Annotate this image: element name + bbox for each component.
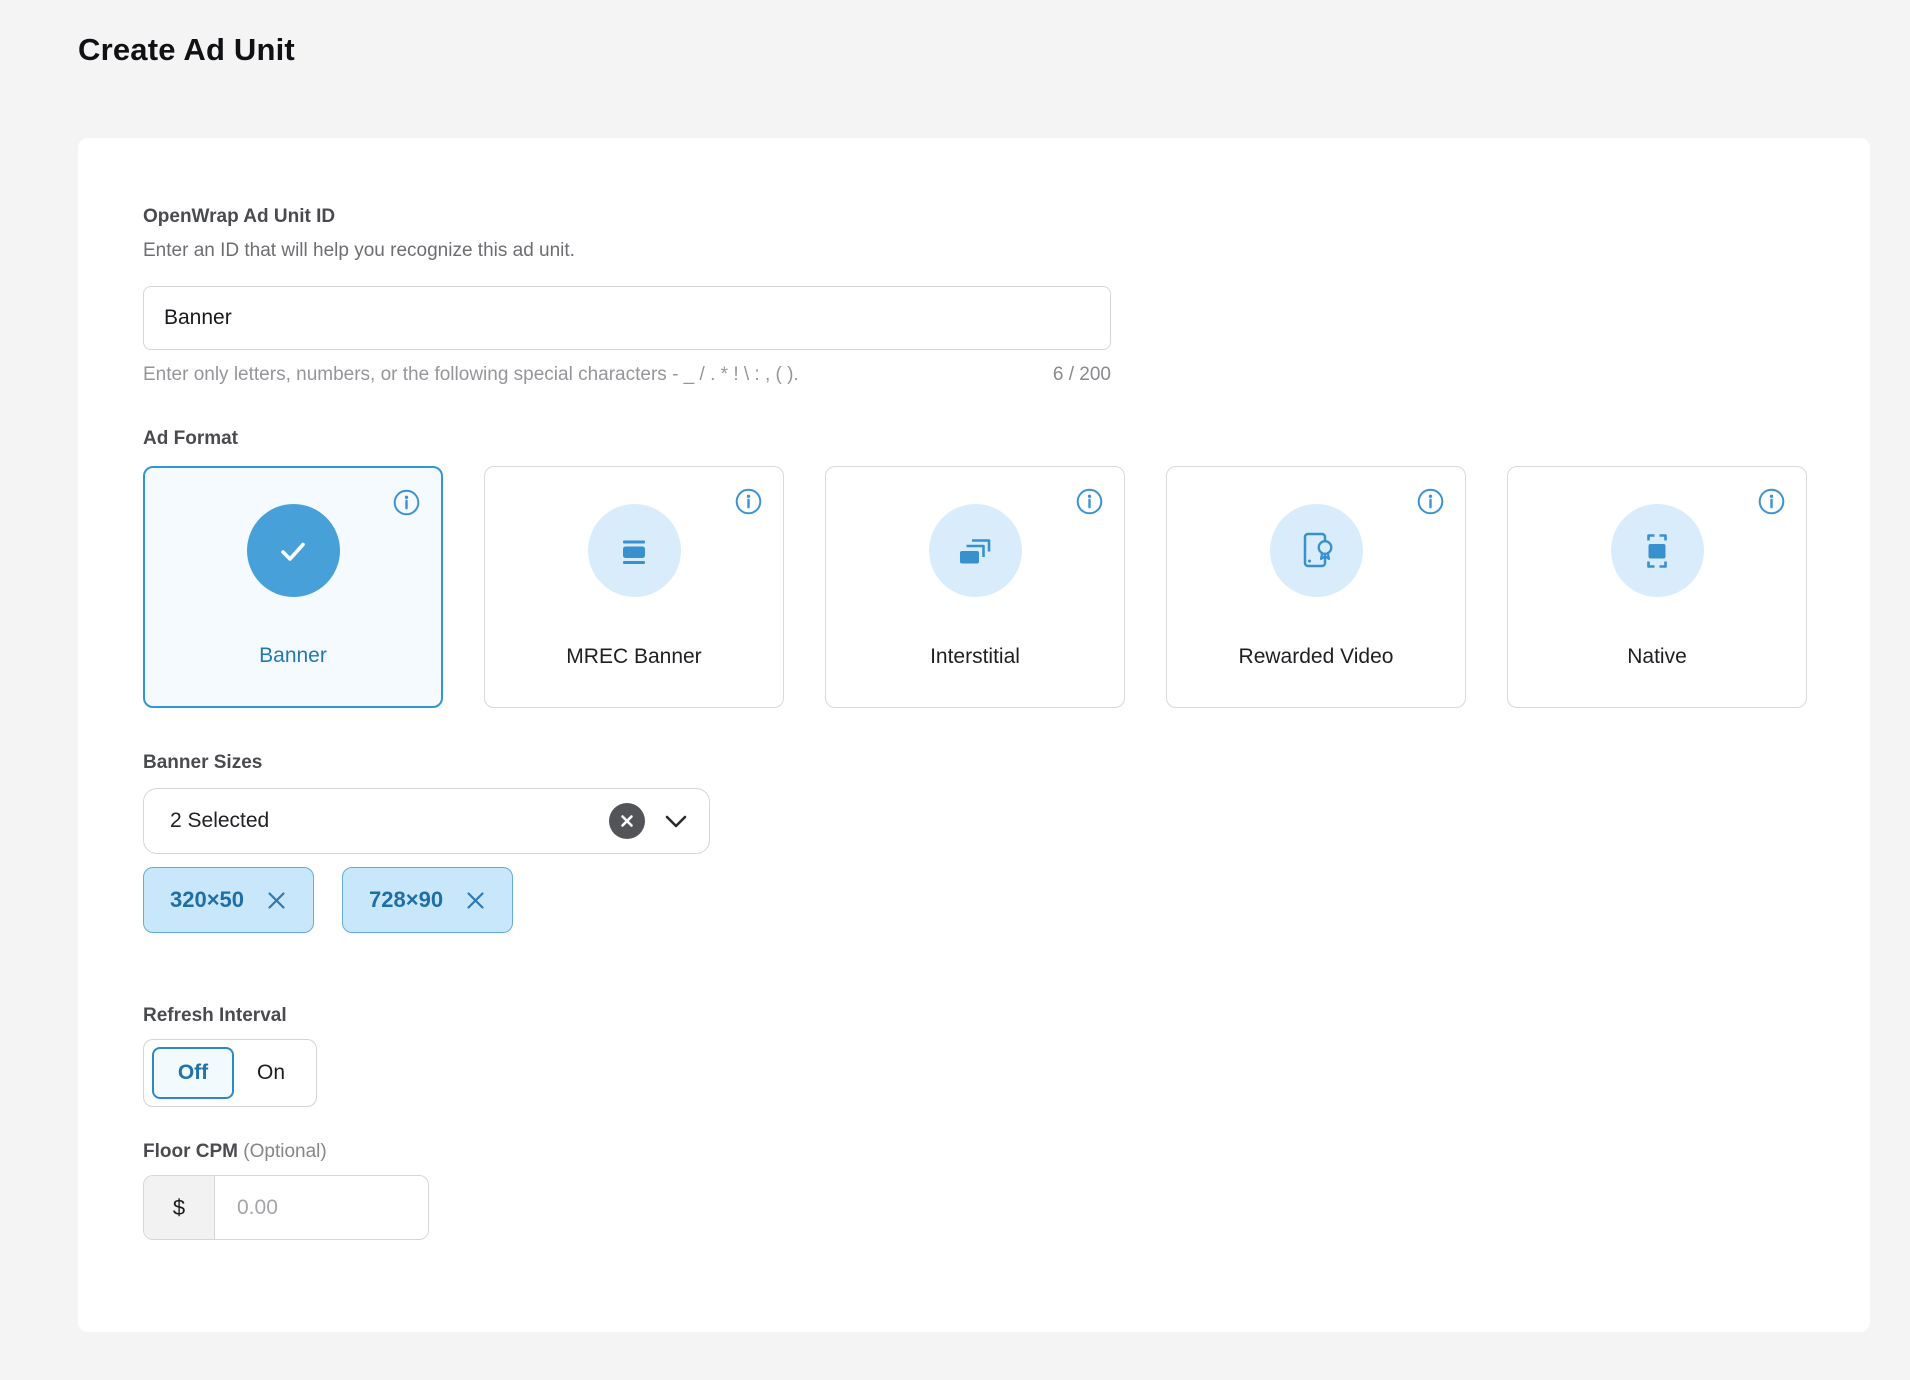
close-icon[interactable]: [266, 890, 287, 911]
ad-unit-id-label: OpenWrap Ad Unit ID: [143, 206, 1870, 228]
format-card-label: Native: [1627, 645, 1687, 669]
format-card-rewarded-video[interactable]: Rewarded Video: [1166, 466, 1466, 708]
format-card-mrec-banner[interactable]: MREC Banner: [484, 466, 784, 708]
info-icon[interactable]: [1076, 488, 1103, 515]
currency-symbol: $: [144, 1176, 215, 1239]
info-icon[interactable]: [1417, 488, 1444, 515]
chip-label: 320×50: [170, 887, 244, 913]
floor-cpm-optional-label: (Optional): [243, 1141, 326, 1162]
ad-unit-id-description: Enter an ID that will help you recognize…: [143, 240, 1870, 262]
native-icon: [1611, 504, 1704, 597]
ad-unit-id-input[interactable]: [143, 286, 1111, 350]
floor-cpm-label: Floor CPM: [143, 1141, 238, 1162]
refresh-on-button[interactable]: On: [234, 1047, 308, 1099]
banner-sizes-label: Banner Sizes: [143, 752, 1870, 774]
format-card-interstitial[interactable]: Interstitial: [825, 466, 1125, 708]
ad-unit-id-helper-text: Enter only letters, numbers, or the foll…: [143, 364, 799, 386]
clear-circle-icon: [618, 812, 636, 830]
floor-cpm-input[interactable]: [215, 1176, 428, 1239]
format-card-native[interactable]: Native: [1507, 466, 1807, 708]
floor-cpm-label-row: Floor CPM (Optional): [143, 1141, 1870, 1163]
ad-format-options: Banner MREC Banner Interstitial: [143, 466, 1870, 708]
char-counter: 6 / 200: [1053, 364, 1111, 386]
refresh-interval-toggle: Off On: [143, 1039, 317, 1107]
selected-sizes-chips: 320×50 728×90: [143, 867, 1870, 933]
banner-sizes-select[interactable]: 2 Selected: [143, 788, 710, 854]
floor-cpm-input-group: $: [143, 1175, 429, 1240]
refresh-off-button[interactable]: Off: [152, 1047, 234, 1099]
clear-selection-button[interactable]: [609, 803, 645, 839]
format-card-label: MREC Banner: [566, 645, 701, 669]
ad-format-label: Ad Format: [143, 428, 1870, 450]
interstitial-icon: [929, 504, 1022, 597]
create-ad-unit-card: OpenWrap Ad Unit ID Enter an ID that wil…: [78, 138, 1870, 1332]
size-chip-728x90: 728×90: [342, 867, 513, 933]
close-icon[interactable]: [465, 890, 486, 911]
info-icon[interactable]: [1758, 488, 1785, 515]
format-card-label: Interstitial: [930, 645, 1020, 669]
chip-label: 728×90: [369, 887, 443, 913]
info-icon[interactable]: [735, 488, 762, 515]
chevron-down-icon[interactable]: [665, 815, 687, 828]
size-chip-320x50: 320×50: [143, 867, 314, 933]
format-card-label: Banner: [259, 644, 327, 668]
page-title: Create Ad Unit: [78, 32, 295, 68]
format-card-banner[interactable]: Banner: [143, 466, 443, 708]
rewarded-video-icon: [1270, 504, 1363, 597]
format-card-label: Rewarded Video: [1239, 645, 1394, 669]
banner-sizes-selected-value: 2 Selected: [170, 809, 609, 833]
refresh-interval-label: Refresh Interval: [143, 1005, 1870, 1027]
check-icon: [247, 504, 340, 597]
info-icon[interactable]: [393, 489, 420, 516]
mrec-banner-icon: [588, 504, 681, 597]
